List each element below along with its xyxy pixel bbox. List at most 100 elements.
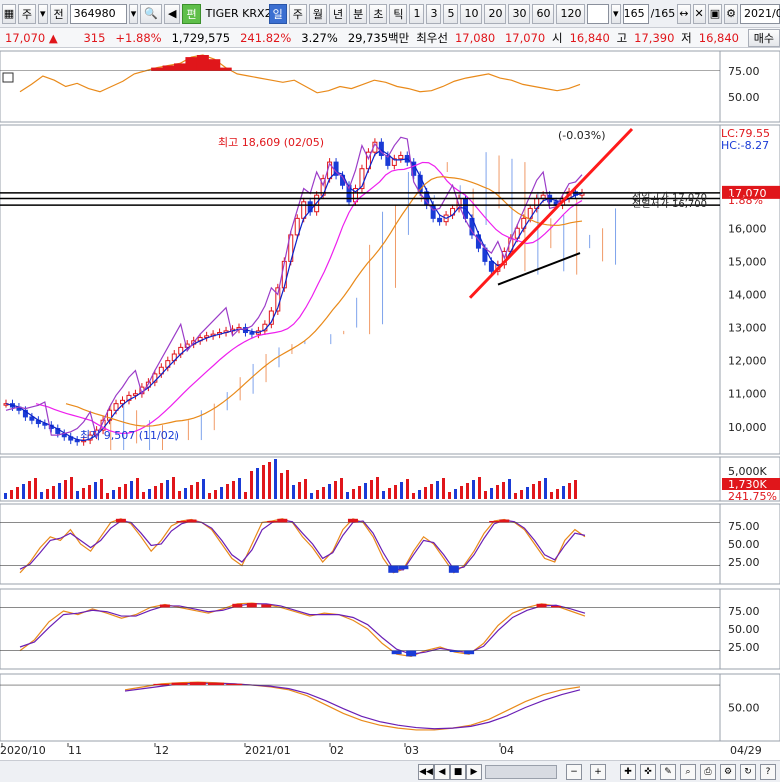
draw-icon[interactable]: ✎ <box>660 764 676 780</box>
volume-bar <box>262 465 265 499</box>
interval-5[interactable]: 5 <box>443 3 459 24</box>
interval-60[interactable]: 60 <box>532 3 555 24</box>
code-dropdown-icon[interactable]: ▾ <box>128 3 139 24</box>
y-tick-label: 75.00 <box>728 65 760 78</box>
volume-bar <box>238 478 241 499</box>
volume-bar <box>46 489 49 499</box>
date-input[interactable]: 2021/0 <box>740 3 780 24</box>
volume-bar <box>76 491 79 499</box>
volume-bar <box>16 487 19 499</box>
y-tick-label: 50.00 <box>728 702 760 715</box>
volume-ratio: 241.82% <box>240 30 292 45</box>
period-month[interactable]: 월 <box>308 3 327 24</box>
overbought-fill <box>189 682 206 686</box>
tool-icon[interactable]: ✚ <box>620 764 636 780</box>
volume-bar <box>280 473 283 499</box>
interval-20[interactable]: 20 <box>484 3 507 24</box>
volume-bar <box>364 483 367 499</box>
help-icon[interactable]: ? <box>760 764 776 780</box>
volume-bar <box>118 487 121 499</box>
interval-120[interactable]: 120 <box>556 3 586 24</box>
volume-bar <box>562 486 565 499</box>
scroll-first-icon[interactable]: ◀◀ <box>418 764 434 780</box>
y-tick-label: 14,000 <box>728 288 767 301</box>
stock-chart[interactable]: 75.00 50.00 16,000 15,000 14,000 13,000 12,000… <box>0 49 780 760</box>
edit-tag[interactable]: 편 <box>182 3 201 24</box>
scroll-track[interactable] <box>485 765 557 779</box>
volume-bar <box>34 478 37 499</box>
gear-icon[interactable]: ⚙ <box>724 3 738 24</box>
volume-bar <box>184 488 187 499</box>
scroll-next-icon[interactable]: ▶ <box>466 764 482 780</box>
current-price: 17,070 ▲ <box>5 30 58 45</box>
zoom-out-icon[interactable]: − <box>566 764 582 780</box>
pct-label: 1.88% <box>728 194 763 207</box>
speaker-icon[interactable]: ◀ <box>164 3 181 24</box>
overbought-fill <box>185 57 198 71</box>
y-tick-label: 10,000 <box>728 421 767 434</box>
interval-dropdown-icon[interactable]: ▾ <box>611 3 621 24</box>
code-input[interactable]: 364980 <box>69 3 127 24</box>
volume-bar <box>304 479 307 499</box>
interval-1[interactable]: 1 <box>409 3 425 24</box>
period-day[interactable]: 일 <box>268 3 287 24</box>
volume-bar <box>430 484 433 499</box>
overbought-fill <box>551 605 562 608</box>
volume-bar <box>328 484 331 499</box>
refresh-icon[interactable]: ↻ <box>740 764 756 780</box>
crosshair-icon[interactable]: ✜ <box>640 764 656 780</box>
oversold-fill <box>391 650 402 655</box>
search-mode-button[interactable]: 전 <box>49 3 68 24</box>
grid-icon[interactable]: ▦ <box>2 3 16 24</box>
volume-bar <box>340 478 343 499</box>
volume-bar <box>148 489 151 499</box>
period-second[interactable]: 초 <box>369 3 388 24</box>
y-tick-label: 25.00 <box>728 556 760 569</box>
volume-bar <box>244 492 247 499</box>
volume-bar <box>412 493 415 499</box>
x-tick-label: 03 <box>405 744 419 757</box>
y-tick-label: 75.00 <box>728 605 760 618</box>
panel-0 <box>0 50 780 123</box>
buy-button[interactable]: 매수 <box>747 28 780 47</box>
expand-icon[interactable]: ✕ <box>692 3 706 24</box>
volume-bar <box>370 480 373 499</box>
volume-bar <box>358 486 361 499</box>
zoom-in-icon[interactable]: + <box>590 764 606 780</box>
period-year[interactable]: 년 <box>328 3 348 24</box>
period-week[interactable]: 주 <box>288 3 307 24</box>
y-tick-label: 11,000 <box>728 388 767 401</box>
volume-bar <box>220 487 223 499</box>
volume-bar <box>154 486 157 499</box>
interval-input[interactable] <box>587 3 610 24</box>
save-icon[interactable]: ▣ <box>707 3 723 24</box>
volume-bar <box>544 478 547 499</box>
scroll-prev-icon[interactable]: ◀ <box>434 764 450 780</box>
volume-bar <box>568 483 571 499</box>
panel-5 <box>0 673 780 742</box>
search-icon[interactable]: 🔍 <box>140 3 163 24</box>
candle <box>398 154 404 160</box>
volume-bar <box>196 482 199 499</box>
x-tick-label: 2020/10 <box>0 744 46 757</box>
price-change-pct: +1.88% <box>115 30 162 45</box>
print-icon[interactable]: ⎙ <box>700 764 716 780</box>
trade-amount: 29,735백만 <box>347 30 410 45</box>
volume-bar <box>250 471 253 499</box>
shrink-icon[interactable]: ↔ <box>677 3 691 24</box>
period-tick[interactable]: 틱 <box>389 3 408 24</box>
menu-button[interactable]: 주 <box>17 3 36 24</box>
stop-icon[interactable]: ■ <box>450 764 466 780</box>
count-input[interactable]: 165 <box>622 3 649 24</box>
interval-10[interactable]: 10 <box>460 3 483 24</box>
interval-30[interactable]: 30 <box>508 3 531 24</box>
interval-3[interactable]: 3 <box>426 3 442 24</box>
settings-icon[interactable]: ⚙ <box>720 764 736 780</box>
period-minute[interactable]: 분 <box>349 3 368 24</box>
volume-bar <box>202 479 205 499</box>
magnify-icon[interactable]: ⌕ <box>680 764 696 780</box>
overbought-fill <box>277 518 288 523</box>
overbought-fill <box>151 67 164 71</box>
oversold-fill <box>398 565 409 570</box>
dropdown-icon[interactable]: ▾ <box>37 3 48 24</box>
